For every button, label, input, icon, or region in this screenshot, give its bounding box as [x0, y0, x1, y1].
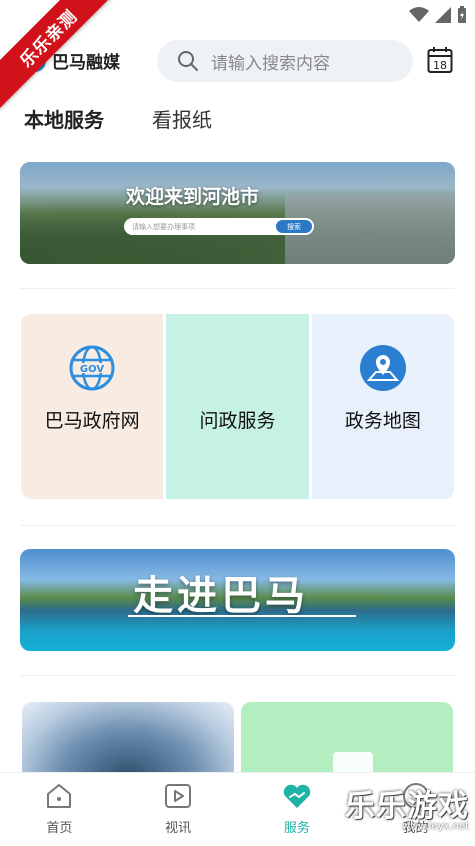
empty-icon-placeholder	[213, 344, 261, 392]
map-icon	[333, 752, 373, 772]
divider	[20, 288, 455, 289]
service-inquiry-label: 问政服务	[199, 410, 276, 432]
bama-banner[interactable]: 走进巴马	[20, 549, 455, 651]
search-icon	[178, 51, 198, 71]
watermark-url: www.leyx.net	[401, 821, 469, 832]
service-gov-map[interactable]: 政务地图	[311, 314, 454, 499]
gov-globe-icon: GOV	[69, 345, 115, 391]
feature-cards	[22, 702, 453, 772]
wifi-icon	[409, 7, 429, 22]
play-icon	[165, 784, 192, 808]
watermark-logo: 乐乐游戏 www.leyx.net	[345, 781, 469, 832]
battery-icon	[458, 6, 466, 23]
tab-newspaper[interactable]: 看报纸	[152, 104, 212, 133]
tab-bar: 本地服务 看报纸	[24, 104, 212, 133]
service-gov-site[interactable]: GOV 巴马政府网	[21, 314, 164, 499]
brand-name: 巴马融媒	[52, 53, 120, 73]
feature-card-green[interactable]	[241, 702, 453, 772]
welcome-banner[interactable]: 欢迎来到河池市 请输入想要办理事项 搜索	[20, 162, 455, 264]
tab-local-service[interactable]: 本地服务	[24, 104, 104, 133]
service-grid: GOV 巴马政府网 问政服务 政务地图	[21, 314, 454, 499]
welcome-title: 欢迎来到河池市	[126, 186, 260, 208]
watermark-text: 乐乐游戏	[345, 789, 469, 824]
signal-icon	[435, 7, 451, 23]
home-icon	[47, 784, 72, 808]
status-icons	[409, 6, 467, 24]
svg-text:GOV: GOV	[80, 364, 104, 375]
service-gov-site-label: 巴马政府网	[44, 410, 140, 432]
nav-service[interactable]: 服务	[238, 773, 357, 846]
header: 巴马融媒 请输入搜索内容 18	[0, 40, 475, 84]
bama-title-underline	[128, 615, 356, 617]
nav-video[interactable]: 视讯	[119, 773, 238, 846]
divider	[20, 525, 455, 526]
feature-card-panorama[interactable]	[22, 702, 234, 772]
heart-hand-icon	[283, 784, 311, 808]
divider	[20, 675, 455, 676]
service-gov-map-label: 政务地图	[344, 410, 421, 432]
bama-title: 走进巴马	[133, 573, 309, 619]
search-input[interactable]: 请输入搜索内容	[157, 40, 413, 82]
service-inquiry[interactable]: 问政服务	[166, 314, 309, 499]
calendar-day: 18	[433, 59, 447, 72]
nav-service-label: 服务	[283, 821, 310, 836]
nav-home[interactable]: 首页	[0, 773, 119, 846]
search-placeholder: 请输入搜索内容	[211, 53, 330, 74]
map-pin-icon	[359, 345, 406, 391]
nav-video-label: 视讯	[165, 821, 192, 836]
nav-home-label: 首页	[46, 821, 73, 836]
banner-search-placeholder: 请输入想要办理事项	[132, 222, 195, 231]
app-screen: 乐乐亲测 巴马融媒 请输入搜索内容 18 本地服务 看报纸 欢迎来到河池市 请输…	[0, 0, 475, 846]
banner-search-button[interactable]: 搜索	[276, 220, 312, 233]
calendar-icon[interactable]: 18	[427, 46, 453, 74]
banner-search-input[interactable]: 请输入想要办理事项 搜索	[124, 218, 314, 235]
